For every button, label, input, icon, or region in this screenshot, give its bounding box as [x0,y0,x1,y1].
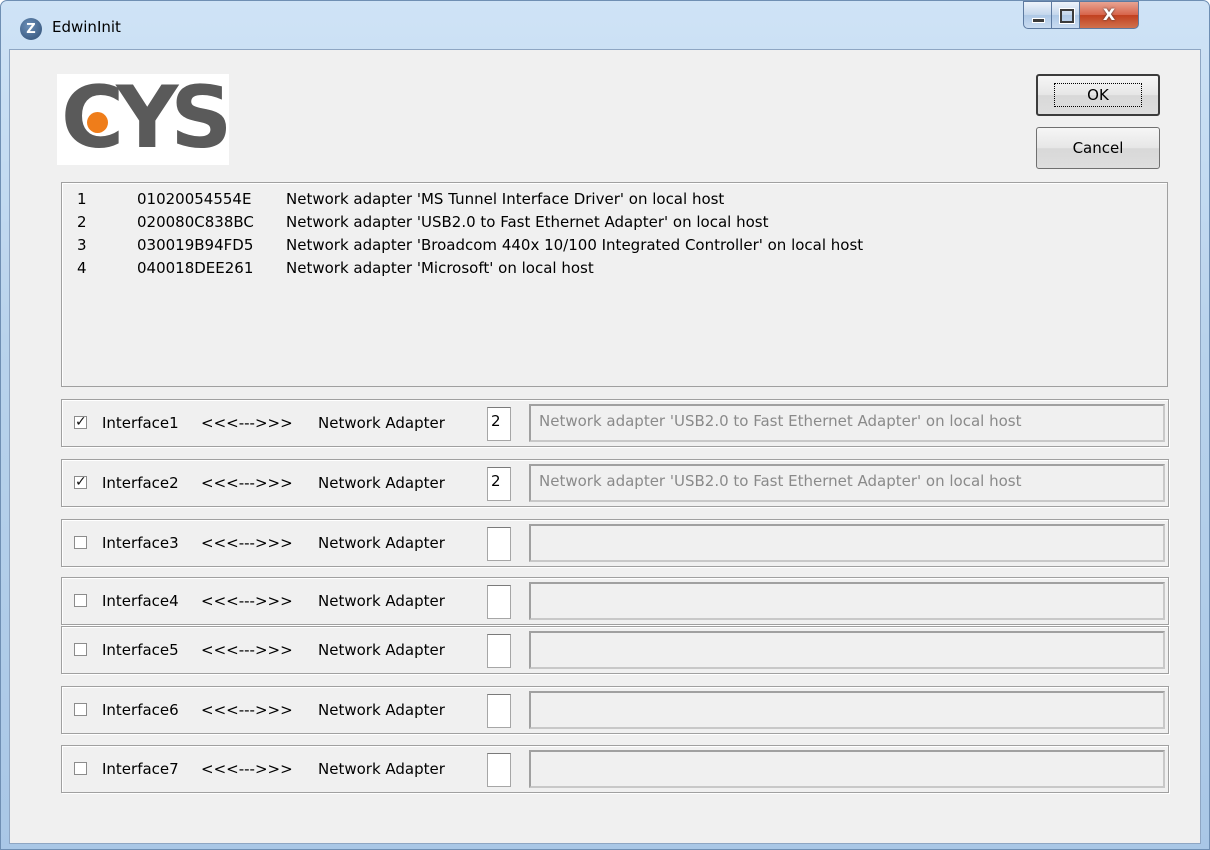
network-adapter-label: Network Adapter [318,760,445,778]
checkmark-icon: ✓ [75,414,87,430]
minimize-icon [1032,18,1045,23]
adapter-list[interactable]: 1 01020054554E Network adapter 'MS Tunne… [61,182,1168,387]
adapter-name-field [529,524,1165,562]
mapping-arrows: <<<--->>> [201,474,293,492]
cys-logo: CYS [57,68,232,168]
ok-button-label: OK [1054,83,1142,107]
mapping-arrows: <<<--->>> [201,641,293,659]
maximize-icon [1060,9,1074,23]
ok-button[interactable]: OK [1036,74,1160,116]
adapter-name-field [529,750,1165,788]
window-title: EdwinInit [52,18,121,36]
adapter-number-field[interactable] [487,634,511,668]
interface-4-checkbox[interactable] [74,594,87,607]
close-icon: X [1102,5,1116,24]
interface-3-checkbox[interactable] [74,536,87,549]
adapter-description: Network adapter 'Broadcom 440x 10/100 In… [286,236,864,254]
app-z-icon[interactable]: Z [20,18,42,40]
logo-accent-dot [87,112,108,133]
cancel-button[interactable]: Cancel [1036,127,1160,169]
adapter-name-field [529,691,1165,729]
adapter-id: 020080C838BC [137,213,254,231]
mapping-arrows: <<<--->>> [201,760,293,778]
interface-1-checkbox[interactable]: ✓ [74,414,87,430]
adapter-id: 01020054554E [137,190,252,208]
adapter-number-field[interactable] [487,753,511,787]
interface-label: Interface4 [102,592,179,610]
adapter-name-field [529,582,1165,620]
close-button[interactable]: X [1079,1,1139,29]
interface-row-5: Interface5 <<<--->>> Network Adapter [61,626,1169,674]
adapter-number-field[interactable] [487,694,511,728]
interface-6-checkbox[interactable] [74,703,87,716]
minimize-button[interactable] [1023,1,1051,29]
adapter-index: 1 [77,190,87,208]
interface-label: Interface3 [102,534,179,552]
network-adapter-label: Network Adapter [318,534,445,552]
interface-5-checkbox[interactable] [74,643,87,656]
app-window: Z EdwinInit X CYS OK Cancel 1 0102005455… [0,0,1210,850]
title-bar[interactable]: Z EdwinInit X [1,1,1209,49]
interface-label: Interface6 [102,701,179,719]
list-item[interactable]: 3 030019B94FD5 Network adapter 'Broadcom… [62,236,1167,259]
interface-label: Interface7 [102,760,179,778]
adapter-description: Network adapter 'Microsoft' on local hos… [286,259,594,277]
network-adapter-label: Network Adapter [318,592,445,610]
adapter-id: 030019B94FD5 [137,236,254,254]
adapter-number-field[interactable] [487,527,511,561]
interface-row-3: Interface3 <<<--->>> Network Adapter [61,519,1169,567]
mapping-arrows: <<<--->>> [201,414,293,432]
adapter-description: Network adapter 'MS Tunnel Interface Dri… [286,190,725,208]
interface-2-checkbox[interactable]: ✓ [74,474,87,490]
adapter-description: Network adapter 'USB2.0 to Fast Ethernet… [286,213,769,231]
adapter-name-field: Network adapter 'USB2.0 to Fast Ethernet… [529,404,1165,442]
checkmark-icon: ✓ [75,474,87,490]
adapter-number-field[interactable] [487,585,511,619]
mapping-arrows: <<<--->>> [201,592,293,610]
network-adapter-label: Network Adapter [318,414,445,432]
cancel-button-label: Cancel [1072,139,1124,157]
mapping-arrows: <<<--->>> [201,534,293,552]
dialog-client-area: CYS OK Cancel 1 01020054554E Network ada… [9,49,1201,844]
interface-label: Interface5 [102,641,179,659]
list-item[interactable]: 1 01020054554E Network adapter 'MS Tunne… [62,190,1167,213]
interface-label: Interface1 [102,414,179,432]
adapter-index: 3 [77,236,87,254]
network-adapter-label: Network Adapter [318,641,445,659]
interface-7-checkbox[interactable] [74,762,87,775]
network-adapter-label: Network Adapter [318,474,445,492]
adapter-number-field[interactable]: 2 [487,467,511,501]
interface-row-4: Interface4 <<<--->>> Network Adapter [61,577,1169,625]
adapter-index: 2 [77,213,87,231]
interface-row-1: ✓ Interface1 <<<--->>> Network Adapter 2… [61,399,1169,447]
maximize-button[interactable] [1051,1,1079,29]
network-adapter-label: Network Adapter [318,701,445,719]
interface-row-2: ✓ Interface2 <<<--->>> Network Adapter 2… [61,459,1169,507]
mapping-arrows: <<<--->>> [201,701,293,719]
interface-row-6: Interface6 <<<--->>> Network Adapter [61,686,1169,734]
interface-row-7: Interface7 <<<--->>> Network Adapter [61,745,1169,793]
list-item[interactable]: 2 020080C838BC Network adapter 'USB2.0 t… [62,213,1167,236]
list-item[interactable]: 4 040018DEE261 Network adapter 'Microsof… [62,259,1167,282]
adapter-id: 040018DEE261 [137,259,254,277]
adapter-name-field [529,631,1165,669]
logo-lettering: CYS [61,68,232,168]
adapter-number-field[interactable]: 2 [487,407,511,441]
adapter-index: 4 [77,259,87,277]
interface-label: Interface2 [102,474,179,492]
adapter-name-field: Network adapter 'USB2.0 to Fast Ethernet… [529,464,1165,502]
